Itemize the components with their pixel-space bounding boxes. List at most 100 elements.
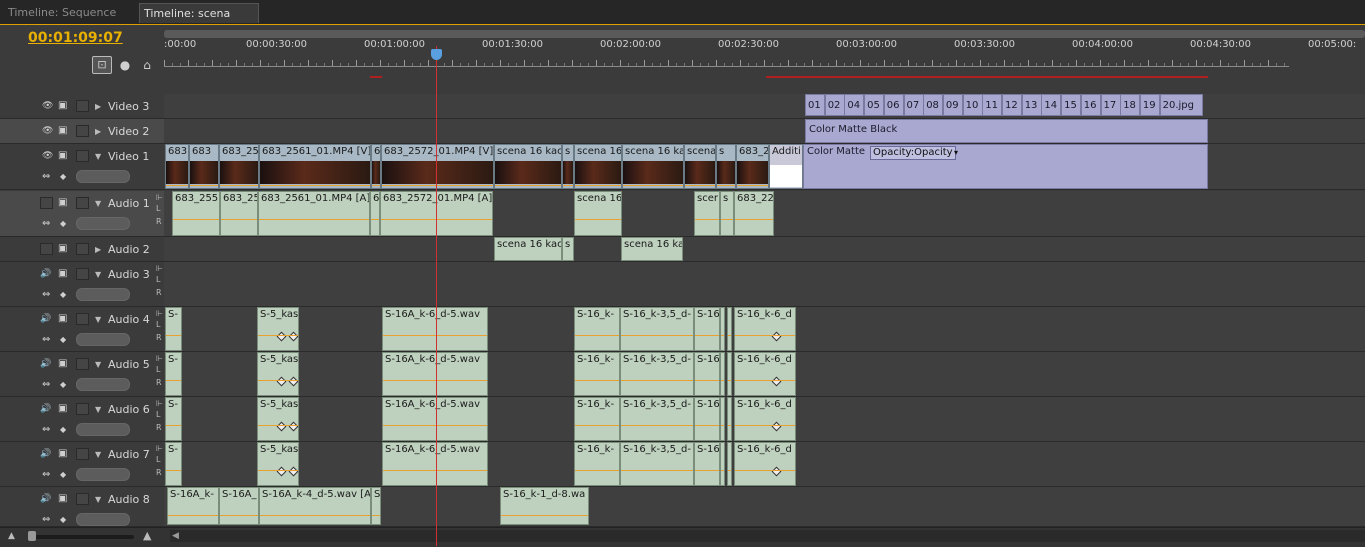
clip[interactable]: Additi [769,144,803,189]
keyframe-marker[interactable] [288,376,298,387]
keyframe-nav-icon[interactable]: ⇔ [42,289,50,301]
clip[interactable]: scena 16 kac [494,144,562,189]
still-clip[interactable]: 10 [962,94,983,116]
zoom-slider[interactable] [28,535,134,539]
eye-icon[interactable]: 👁 [42,125,53,137]
film-icon[interactable]: ▣ [58,313,67,325]
keyframe-marker[interactable] [771,376,782,387]
still-clip[interactable]: 11 [982,94,1003,116]
clip[interactable]: Color Matte Opacity:Opacity ▾ [803,144,1208,189]
clip[interactable] [720,442,725,486]
clip[interactable]: S- [165,352,182,396]
volume-slider[interactable] [76,170,130,183]
still-clip[interactable]: 12 [1002,94,1022,116]
speaker-icon[interactable]: 🔊 [40,268,51,280]
clip[interactable] [720,352,725,396]
expand-triangle-icon[interactable]: ▼ [95,450,101,459]
track-lane-a2[interactable]: scena 16 kac s scena 16 ka [164,237,1365,262]
keyframe-nav-icon[interactable]: ⇔ [42,171,50,183]
clip[interactable]: S-16_k-6_d [734,307,796,351]
still-clip[interactable]: 05 [864,94,885,116]
speaker-icon[interactable]: 🔊 [40,313,51,325]
keyframe-marker[interactable] [771,331,782,342]
scroll-left-icon[interactable]: ◀ [172,531,179,541]
clip[interactable]: S [371,487,381,525]
clip[interactable]: s [716,144,736,189]
snap-icon[interactable]: ⊡ [92,56,112,74]
clip[interactable]: 683_2572_01.MP4 [V] [381,144,494,189]
clip[interactable]: S-16_k-3,5_d- [620,397,694,441]
clip[interactable]: S-5_kas [257,307,299,351]
expand-triangle-icon[interactable]: ▼ [95,495,101,504]
keyframe-nav-icon[interactable]: ⇔ [42,218,50,230]
clip[interactable]: 683_25 [219,144,259,189]
clip[interactable]: 683 [189,144,219,189]
clip[interactable]: scena 16 kac [494,237,562,261]
expand-triangle-icon[interactable]: ▶ [95,245,101,254]
keyframe-nav-icon[interactable]: ⇔ [42,334,50,346]
keyframe-icon[interactable]: ◆ [60,171,66,183]
clip[interactable]: Color Matte Black [805,119,1208,143]
clip[interactable]: S-16_k-3,5_d- [620,307,694,351]
volume-slider[interactable] [76,513,130,526]
lock-box[interactable] [76,125,89,137]
track-lane-a6[interactable]: S- S-5_kas S-16A_k-6_d-5.wav S-16_k- S-16_k-… [164,397,1365,442]
clip[interactable]: S-16A_k-6_d-5.wav [382,352,488,396]
still-clip[interactable]: 18 [1120,94,1141,116]
clip[interactable]: S-16_k- [574,352,620,396]
chevron-down-icon[interactable]: ▾ [954,146,958,160]
still-clip[interactable]: 16 [1080,94,1101,116]
film-icon[interactable]: ▣ [58,100,67,112]
clip[interactable]: S-16 [694,397,720,441]
clip[interactable]: scena [684,144,716,189]
keyframe-icon[interactable]: ◆ [60,379,66,391]
track-toggle-box[interactable] [40,243,53,255]
clip[interactable]: S-16_k-1_d-8.wa [500,487,589,525]
lock-box[interactable] [76,493,89,505]
lock-box[interactable] [76,243,89,255]
clip[interactable]: S-16A_ [219,487,259,525]
clip[interactable]: s [562,144,574,189]
lock-box[interactable] [76,358,89,370]
clip[interactable]: S-16A_k-6_d-5.wav [382,442,488,486]
clip[interactable]: scena 16 [574,191,622,236]
lock-box[interactable] [76,403,89,415]
volume-slider[interactable] [76,288,130,301]
work-area-bar[interactable] [164,30,1365,38]
keyframe-marker[interactable] [771,466,782,477]
timecode-display[interactable]: 00:01:09:07 [28,30,123,46]
expand-triangle-icon[interactable]: ▶ [95,102,101,111]
keyframe-icon[interactable]: ◆ [60,289,66,301]
keyframe-marker[interactable] [276,376,287,387]
clip[interactable]: S-16_k-6_d [734,352,796,396]
zoom-out-icon[interactable]: ▲ [8,531,15,541]
keyframe-marker[interactable] [276,466,287,477]
clip[interactable]: S-16A_k-4_d-5.wav [A [259,487,371,525]
clip[interactable]: scer [694,191,720,236]
track-header-v2[interactable]: 👁 ▣ ▶ Video 2 [0,119,164,144]
expand-triangle-icon[interactable]: ▼ [95,152,101,161]
playhead-handle[interactable] [431,49,442,60]
expand-triangle-icon[interactable]: ▼ [95,199,101,208]
lock-box[interactable] [76,448,89,460]
volume-slider[interactable] [76,333,130,346]
track-header-v1[interactable]: 👁 ▣ ▼ Video 1 ⇔ ◆ [0,144,164,190]
expand-triangle-icon[interactable]: ▼ [95,360,101,369]
expand-triangle-icon[interactable]: ▼ [95,315,101,324]
still-clip[interactable]: 07 [903,94,924,116]
still-clip[interactable]: 04 [844,94,865,116]
still-clip[interactable]: 08 [923,94,944,116]
still-clip[interactable]: 06 [883,94,904,116]
clip[interactable]: 683_2 [736,144,769,189]
clip[interactable]: 683_255 [172,191,220,236]
volume-slider[interactable] [76,423,130,436]
keyframe-icon[interactable]: ◆ [60,218,66,230]
keyframe-nav-icon[interactable]: ⇔ [42,379,50,391]
track-lane-a7[interactable]: S- S-5_kas S-16A_k-6_d-5.wav S-16_k- S-16_k-… [164,442,1365,487]
keyframe-marker[interactable] [276,331,287,342]
track-lane-v1[interactable]: 683 683 683_25 683_2561_01.MP4 [V] 6 683_2572… [164,144,1365,190]
clip[interactable]: S-16A_k- [167,487,219,525]
track-lane-a8[interactable]: S-16A_k- S-16A_ S-16A_k-4_d-5.wav [A S S-16_… [164,487,1365,527]
clip[interactable]: S-16 [694,352,720,396]
keyframe-icon[interactable]: ◆ [60,469,66,481]
